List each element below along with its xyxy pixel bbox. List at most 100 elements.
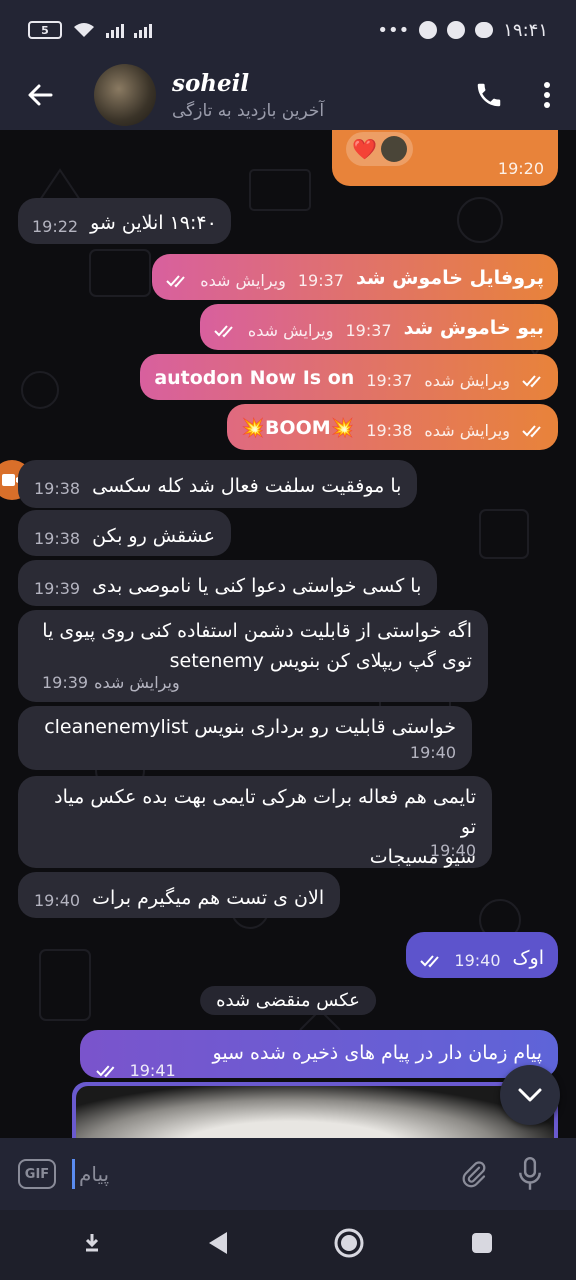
- message-bubble-in[interactable]: با کسی خواستی دعوا کنی یا ناموصی بدی 19:3…: [18, 560, 438, 606]
- message-text: عشقش رو بکن: [92, 525, 215, 547]
- edited-label: ویرایش شده: [94, 673, 180, 692]
- message-bubble-in[interactable]: تایمی هم فعاله برات هرکی تایمی بهت بده ع…: [18, 776, 492, 868]
- double-check-icon: [214, 325, 233, 338]
- status-bar: 5 ••• ۱۹:۴۱: [0, 0, 576, 60]
- reactor-avatar: [380, 136, 407, 162]
- scroll-to-bottom-button[interactable]: [500, 1065, 560, 1125]
- battery-icon: 5: [28, 21, 62, 39]
- double-check-icon: [522, 425, 541, 438]
- message-time: 19:37: [366, 371, 413, 390]
- clock-time: ۱۹:۴۱: [503, 19, 548, 41]
- back-arrow-icon: [28, 84, 53, 106]
- message-time: 19:37: [297, 271, 344, 290]
- message-placeholder: پیام: [79, 1162, 110, 1186]
- message-text: پروفایل خاموش شد: [355, 267, 544, 289]
- message-time: 19:40: [454, 951, 501, 970]
- message-time: 19:37: [345, 321, 392, 340]
- message-text: بیو خاموش شد: [403, 317, 544, 339]
- edited-label: ویرایش شده: [424, 371, 510, 390]
- wifi-icon: [74, 23, 94, 37]
- message-bubble-out[interactable]: پیام زمان دار در پیام های ذخیره شده سیو …: [80, 1030, 558, 1094]
- message-bubble-out[interactable]: پروفایل خاموش شد 19:37 ویرایش شده: [152, 254, 558, 300]
- chevron-down-icon: [518, 1088, 542, 1102]
- message-time: 19:22: [32, 217, 79, 236]
- message-bubble-in[interactable]: ۱۹:۴۰ انلاین شو 19:22: [18, 198, 231, 244]
- chat-area[interactable]: ❤️ 19:20 ۱۹:۴۰ انلاین شو 19:22 پروفایل خا…: [0, 130, 576, 1138]
- message-time: 19:38: [34, 479, 81, 498]
- message-icon: [475, 22, 494, 38]
- phone-icon: [477, 83, 501, 107]
- avatar[interactable]: [94, 64, 156, 126]
- chat-header: soheil آخرین بازدید به تازگی: [0, 60, 576, 130]
- message-text: الان ی تست هم میگیرم برات: [92, 887, 325, 909]
- chat-title[interactable]: soheil آخرین بازدید به تازگی: [172, 70, 460, 121]
- last-seen-status: آخرین بازدید به تازگی: [172, 100, 325, 121]
- message-bubble-in[interactable]: خواستی قابلیت رو برداری بنویس cleanenemy…: [18, 706, 472, 770]
- voice-button[interactable]: [502, 1146, 558, 1202]
- edited-label: ویرایش شده: [424, 421, 510, 440]
- gif-button[interactable]: GIF: [18, 1159, 56, 1189]
- message-text: با موفقیت سلفت فعال شد کله سکسی: [92, 475, 402, 497]
- message-input[interactable]: پیام: [72, 1154, 446, 1194]
- heart-reaction: ❤️: [352, 137, 377, 161]
- message-text: با کسی خواستی دعوا کنی یا ناموصی بدی: [92, 575, 422, 597]
- message-bubble-out[interactable]: ❤️ 19:20: [332, 130, 558, 186]
- expired-photo-chip: عکس منقضی شده: [200, 986, 376, 1015]
- square-recents-icon: [471, 1233, 492, 1253]
- more-dots: •••: [377, 19, 410, 41]
- message-bubble-in[interactable]: با موفقیت سلفت فعال شد کله سکسی 19:38: [18, 460, 418, 508]
- signal-icon: [106, 22, 124, 38]
- message-time: 19:40: [34, 891, 81, 910]
- message-bubble-out[interactable]: بیو خاموش شد 19:37 ویرایش شده: [199, 304, 558, 350]
- message-text: ۱۹:۴۰ انلاین شو: [90, 212, 217, 234]
- app-icon: [419, 21, 438, 39]
- back-button[interactable]: [0, 60, 80, 130]
- message-time: 19:39: [42, 673, 89, 692]
- triangle-back-icon: [208, 1232, 227, 1254]
- message-text: خواستی قابلیت رو برداری بنویس cleanenemy…: [44, 716, 456, 738]
- message-text-line: اگه خواستی از قابلیت دشمن استفاده کنی رو…: [42, 620, 472, 642]
- message-bubble-out[interactable]: اوک 19:40: [406, 932, 558, 978]
- download-arrow-icon: [86, 1234, 99, 1252]
- nav-hide-button[interactable]: [82, 1232, 102, 1258]
- message-time: 19:40: [429, 841, 476, 860]
- message-time: 19:20: [497, 159, 544, 178]
- check-shield-icon: [447, 21, 466, 39]
- message-text: 💥BOOM💥: [241, 417, 355, 439]
- nav-recents-button[interactable]: [470, 1231, 494, 1259]
- microphone-icon: [519, 1157, 541, 1190]
- message-time: 19:40: [409, 743, 456, 762]
- message-time: 19:38: [366, 421, 413, 440]
- double-check-icon: [522, 375, 541, 388]
- message-text: اوک: [512, 947, 544, 969]
- contact-name: soheil: [172, 69, 250, 97]
- message-bubble-out[interactable]: autodon Now Is on ویرایش شده 19:37: [140, 354, 558, 400]
- message-bubble-out[interactable]: 💥BOOM💥 19:38 ویرایش شده: [227, 404, 558, 450]
- photo-message[interactable]: [72, 1082, 558, 1138]
- double-check-icon: [96, 1065, 115, 1078]
- photo-preview: [76, 1086, 554, 1138]
- message-text-line: سیو مسیجات: [369, 846, 476, 868]
- attach-button[interactable]: [446, 1146, 502, 1202]
- message-bubble-in[interactable]: عشقش رو بکن 19:38: [18, 510, 231, 556]
- message-time: 19:39: [34, 579, 81, 598]
- circle-home-icon: [334, 1228, 364, 1258]
- message-bubble-in[interactable]: اگه خواستی از قابلیت دشمن استفاده کنی رو…: [18, 610, 488, 702]
- message-text-line: تایمی هم فعاله برات هرکی تایمی بهت بده ع…: [54, 786, 476, 838]
- text-caret: [72, 1159, 75, 1189]
- more-button[interactable]: [518, 60, 576, 130]
- double-check-icon: [166, 275, 186, 288]
- nav-home-button[interactable]: [333, 1227, 365, 1263]
- message-composer: GIF پیام: [0, 1138, 576, 1210]
- paperclip-icon: [462, 1161, 486, 1188]
- double-check-icon: [420, 955, 440, 968]
- more-vertical-icon: [544, 82, 550, 108]
- call-button[interactable]: [460, 60, 518, 130]
- edited-label: ویرایش شده: [247, 321, 334, 340]
- system-nav-bar: [0, 1210, 576, 1280]
- message-bubble-in[interactable]: الان ی تست هم میگیرم برات 19:40: [18, 872, 341, 918]
- edited-label: ویرایش شده: [200, 271, 286, 290]
- reaction-chip[interactable]: ❤️: [346, 132, 413, 166]
- message-time: 19:38: [34, 529, 81, 548]
- nav-back-button[interactable]: [207, 1230, 229, 1260]
